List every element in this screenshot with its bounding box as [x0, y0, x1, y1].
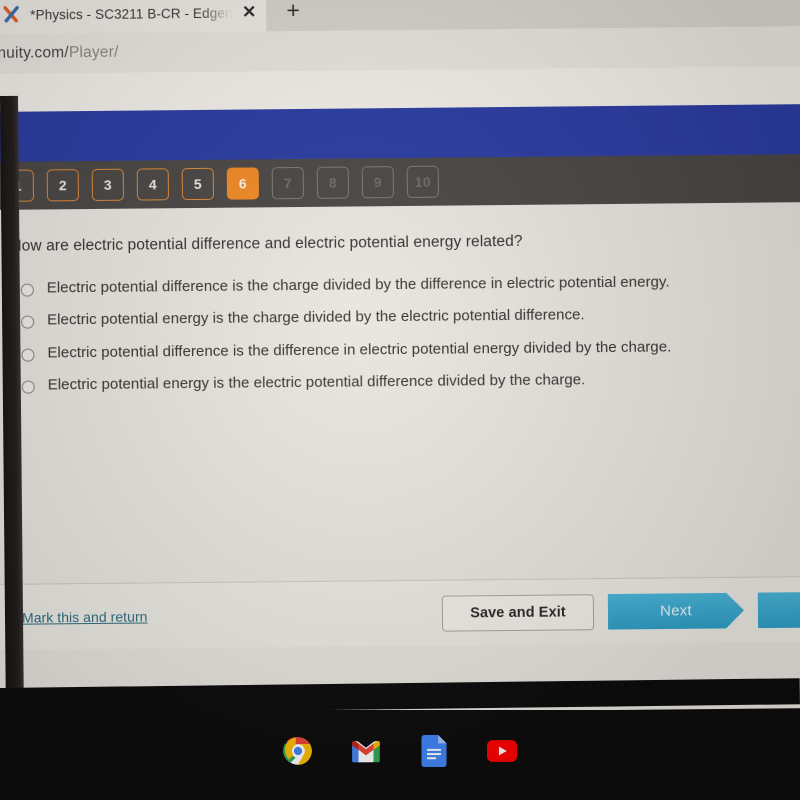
submit-button[interactable]: Su [758, 591, 800, 628]
answer-choice-label: Electric potential difference is the dif… [47, 337, 672, 361]
question-nav-8: 8 [316, 166, 349, 199]
question-nav-2[interactable]: 2 [46, 169, 79, 202]
answer-choice-label: Electric potential difference is the cha… [46, 273, 670, 297]
tab-title: *Physics - SC3211 B-CR - Edgenu [30, 5, 233, 23]
question-nav-3[interactable]: 3 [91, 168, 124, 201]
new-tab-button[interactable]: + [270, 0, 316, 29]
mark-this-and-return-link[interactable]: Mark this and return [22, 608, 148, 625]
radio-button-1[interactable] [20, 283, 34, 297]
url-path: Player/ [68, 43, 119, 62]
answer-choice-3[interactable]: Electric potential difference is the dif… [21, 337, 787, 362]
player-header-band [0, 104, 800, 162]
photo-of-chromebook-screen: *Physics - SC3211 B-CR - Edgenu ✕ + enui… [0, 0, 800, 800]
answer-choice-1[interactable]: Electric potential difference is the cha… [20, 272, 787, 297]
chromeos-shelf [0, 710, 800, 800]
url-domain: enuity.com/ [0, 44, 69, 62]
radio-button-2[interactable] [21, 315, 35, 329]
footer-button-group: Save and Exit Next Su [441, 591, 800, 632]
question-nav-7: 7 [271, 166, 304, 200]
question-nav-9: 9 [361, 166, 394, 199]
youtube-icon[interactable] [486, 735, 518, 767]
answer-choice-label: Electric potential energy is the electri… [47, 371, 586, 394]
answer-choice-2[interactable]: Electric potential energy is the charge … [21, 305, 787, 330]
browser-tab-physics[interactable]: *Physics - SC3211 B-CR - Edgenu ✕ [0, 0, 267, 34]
radio-button-4[interactable] [21, 380, 35, 394]
answer-choice-4[interactable]: Electric potential energy is the electri… [21, 369, 788, 394]
question-nav-6[interactable]: 6 [226, 167, 259, 200]
edgenuity-player-page: 1 2 3 4 5 6 7 8 9 10 How are electric po… [0, 104, 800, 716]
question-number-nav: 1 2 3 4 5 6 7 8 9 10 [0, 154, 800, 210]
player-footer-bar: Mark this and return Save and Exit Next … [0, 576, 800, 650]
save-and-exit-button[interactable]: Save and Exit [441, 593, 595, 632]
gmail-icon[interactable] [350, 735, 382, 767]
radio-button-3[interactable] [21, 348, 35, 362]
chrome-icon[interactable] [282, 735, 314, 767]
answer-choice-label: Electric potential energy is the charge … [47, 306, 585, 329]
question-nav-5[interactable]: 5 [181, 167, 214, 201]
browser-window: *Physics - SC3211 B-CR - Edgenu ✕ + enui… [0, 0, 800, 716]
next-button[interactable]: Next [608, 592, 744, 629]
question-nav-4[interactable]: 4 [136, 168, 169, 201]
x-mark-icon [2, 5, 22, 25]
close-icon[interactable]: ✕ [240, 2, 258, 21]
question-nav-10: 10 [406, 165, 439, 198]
question-body: How are electric potential difference an… [0, 202, 800, 650]
address-bar[interactable]: enuity.com/Player/ [0, 44, 119, 63]
question-prompt: How are electric potential difference an… [10, 232, 523, 255]
answer-choice-list: Electric potential difference is the cha… [11, 272, 788, 394]
google-docs-icon[interactable] [418, 735, 450, 767]
